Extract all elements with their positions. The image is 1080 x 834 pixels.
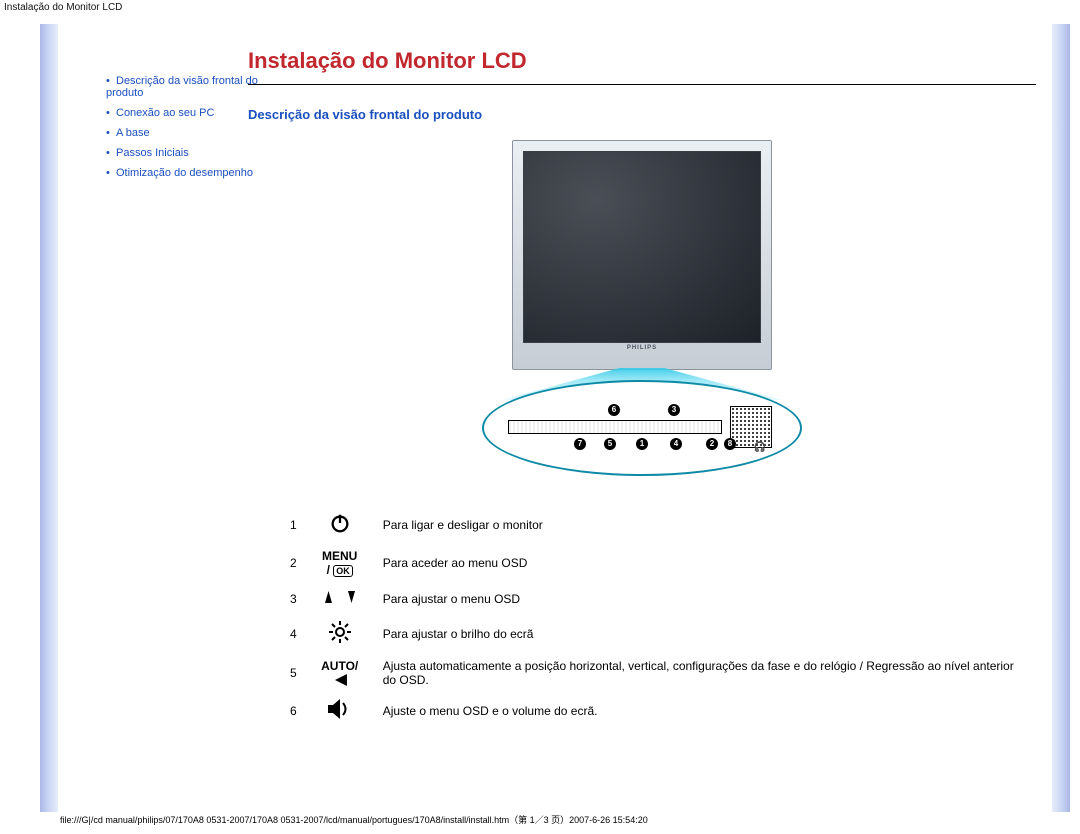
updown-icon (321, 589, 359, 605)
brand-label: PHILIPS (627, 345, 657, 351)
decor-left (40, 24, 58, 812)
headphone-icon: 🎧 (754, 442, 766, 453)
auto-icon: AUTO/ (321, 659, 359, 687)
callout-8: 8 (724, 438, 736, 450)
sidebar: •Descrição da visão frontal do produto •… (66, 71, 278, 183)
legend-row-2: 2 MENU / OK Para aceder ao menu OSD (278, 543, 1036, 583)
monitor-screen (523, 151, 761, 343)
callout-6: 6 (608, 404, 620, 416)
callout-5: 5 (604, 438, 616, 450)
divider (248, 84, 1036, 85)
monitor-bezel: PHILIPS (512, 140, 772, 370)
callout-7: 7 (574, 438, 586, 450)
page-title: Instalação do Monitor LCD (248, 48, 1036, 74)
callout-3: 3 (668, 404, 680, 416)
button-strip (508, 420, 722, 434)
legend-row-1: 1 Para ligar e desligar o monitor (278, 506, 1036, 543)
legend-row-3: 3 Para ajustar o menu OSD (278, 583, 1036, 614)
power-icon (321, 512, 359, 534)
menu-icon: MENU / OK (321, 549, 359, 577)
legend-row-5: 5 AUTO/ Ajusta automaticamente a posição… (278, 653, 1036, 693)
legend-row-4: 4 Para ajustar o brilho do ecrã (278, 614, 1036, 653)
callout-2: 2 (706, 438, 718, 450)
section-title: Descrição da visão frontal do produto (248, 107, 1036, 122)
breadcrumb: Instalação do Monitor LCD (0, 0, 1080, 15)
product-figure: PHILIPS 🎧 6 3 7 5 1 4 2 8 (482, 140, 802, 476)
callout-1: 1 (636, 438, 648, 450)
callout-4: 4 (670, 438, 682, 450)
footer-path: file:///G|/cd manual/philips/07/170A8 05… (60, 813, 648, 826)
decor-right (1052, 24, 1070, 812)
volume-icon (321, 699, 359, 719)
legend-row-6: 6 Ajuste o menu OSD e o volume do ecrã. (278, 693, 1036, 728)
legend-table: 1 Para ligar e desligar o monitor 2 MENU… (278, 506, 1036, 728)
brightness-icon (321, 620, 359, 644)
